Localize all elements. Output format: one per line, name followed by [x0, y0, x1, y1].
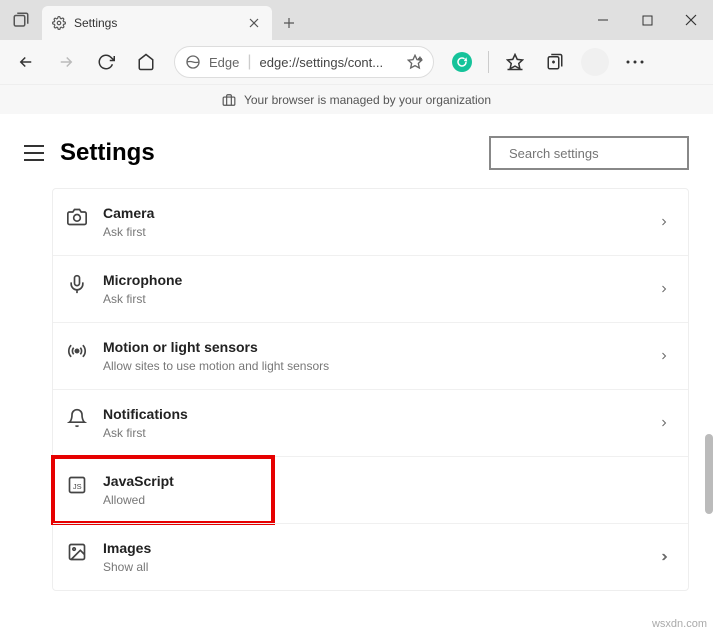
camera-icon: [67, 207, 87, 227]
scrollbar-thumb[interactable]: [705, 434, 713, 514]
row-title: Camera: [103, 205, 658, 221]
favorites-icon: [506, 53, 524, 71]
browser-toolbar: Edge | edge://settings/cont... +: [0, 40, 713, 84]
image-icon: [67, 542, 87, 562]
collections-button[interactable]: [537, 44, 573, 80]
minimize-icon: [597, 14, 609, 26]
tab-close-button[interactable]: [246, 15, 262, 31]
briefcase-icon: [222, 93, 236, 107]
row-subtitle: Ask first: [103, 225, 658, 239]
arrow-right-icon: [57, 53, 75, 71]
gear-icon: [52, 16, 66, 30]
profile-button[interactable]: [577, 44, 613, 80]
settings-menu-button[interactable]: [24, 145, 44, 161]
tab-title: Settings: [74, 16, 238, 30]
chevron-right-icon: [658, 417, 670, 429]
new-tab-button[interactable]: [272, 6, 306, 40]
microphone-icon: [67, 274, 87, 294]
row-title: JavaScript: [103, 473, 255, 489]
avatar-icon: [581, 48, 609, 76]
address-separator: |: [247, 53, 251, 71]
page-title: Settings: [60, 139, 473, 167]
permissions-list: Camera Ask first Microphone Ask first Moti…: [0, 188, 713, 591]
edge-logo-icon: [185, 54, 201, 70]
favorite-star-icon[interactable]: +: [407, 54, 423, 70]
address-bar[interactable]: Edge | edge://settings/cont... +: [174, 46, 434, 78]
forward-button[interactable]: [48, 44, 84, 80]
watermark: wsxdn.com: [652, 618, 707, 630]
chevron-right-icon: [658, 350, 670, 362]
home-icon: [137, 53, 155, 71]
search-input[interactable]: [509, 146, 685, 161]
arrow-left-icon: [17, 53, 35, 71]
row-subtitle: Ask first: [103, 292, 658, 306]
chevron-right-icon: [658, 283, 670, 295]
maximize-icon: [642, 15, 653, 26]
sensor-icon: [67, 341, 87, 361]
collections-icon: [546, 53, 564, 71]
address-text: edge://settings/cont...: [260, 55, 399, 70]
browser-tab[interactable]: Settings: [42, 6, 272, 40]
row-subtitle: Show all: [103, 560, 658, 574]
row-title: Motion or light sensors: [103, 339, 658, 355]
row-title: Notifications: [103, 406, 658, 422]
permission-row-images[interactable]: Images Show all: [53, 523, 688, 590]
row-subtitle: Allow sites to use motion and light sens…: [103, 359, 658, 373]
settings-header: Settings: [0, 114, 713, 188]
close-icon: [249, 18, 259, 28]
refresh-button[interactable]: [88, 44, 124, 80]
grammarly-icon: [452, 52, 472, 72]
row-title: Microphone: [103, 272, 658, 288]
chevron-right-icon: [658, 216, 670, 228]
address-scheme: Edge: [209, 55, 239, 70]
search-settings-box[interactable]: [489, 136, 689, 170]
close-icon: [685, 14, 697, 26]
permission-row-microphone[interactable]: Microphone Ask first: [53, 256, 688, 323]
row-subtitle: Allowed: [103, 493, 255, 507]
window-controls: [581, 0, 713, 40]
tab-actions-button[interactable]: [0, 0, 42, 40]
permission-row-javascript[interactable]: JS JavaScript Allowed: [53, 457, 273, 523]
grammarly-extension[interactable]: [444, 44, 480, 80]
row-title: Images: [103, 540, 658, 556]
window-titlebar: Settings: [0, 0, 713, 40]
svg-text:+: +: [418, 57, 421, 63]
toolbar-separator: [488, 51, 489, 73]
settings-content: Settings Camera Ask first Microphone Ask f…: [0, 114, 713, 636]
back-button[interactable]: [8, 44, 44, 80]
more-icon: [626, 60, 644, 64]
chevron-right-icon: [658, 551, 670, 563]
row-subtitle: Ask first: [103, 426, 658, 440]
close-window-button[interactable]: [669, 0, 713, 40]
home-button[interactable]: [128, 44, 164, 80]
permission-row-camera[interactable]: Camera Ask first: [53, 189, 688, 256]
plus-icon: [283, 17, 295, 29]
menu-button[interactable]: [617, 44, 653, 80]
javascript-icon: JS: [67, 475, 87, 495]
minimize-button[interactable]: [581, 0, 625, 40]
maximize-button[interactable]: [625, 0, 669, 40]
bell-icon: [67, 408, 87, 428]
organization-banner: Your browser is managed by your organiza…: [0, 84, 713, 114]
svg-text:JS: JS: [73, 482, 82, 491]
permission-row-motion-sensors[interactable]: Motion or light sensors Allow sites to us…: [53, 323, 688, 390]
tabs-icon: [12, 11, 30, 29]
favorites-button[interactable]: [497, 44, 533, 80]
permission-row-notifications[interactable]: Notifications Ask first: [53, 390, 688, 457]
organization-message: Your browser is managed by your organiza…: [244, 93, 491, 107]
refresh-icon: [97, 53, 115, 71]
